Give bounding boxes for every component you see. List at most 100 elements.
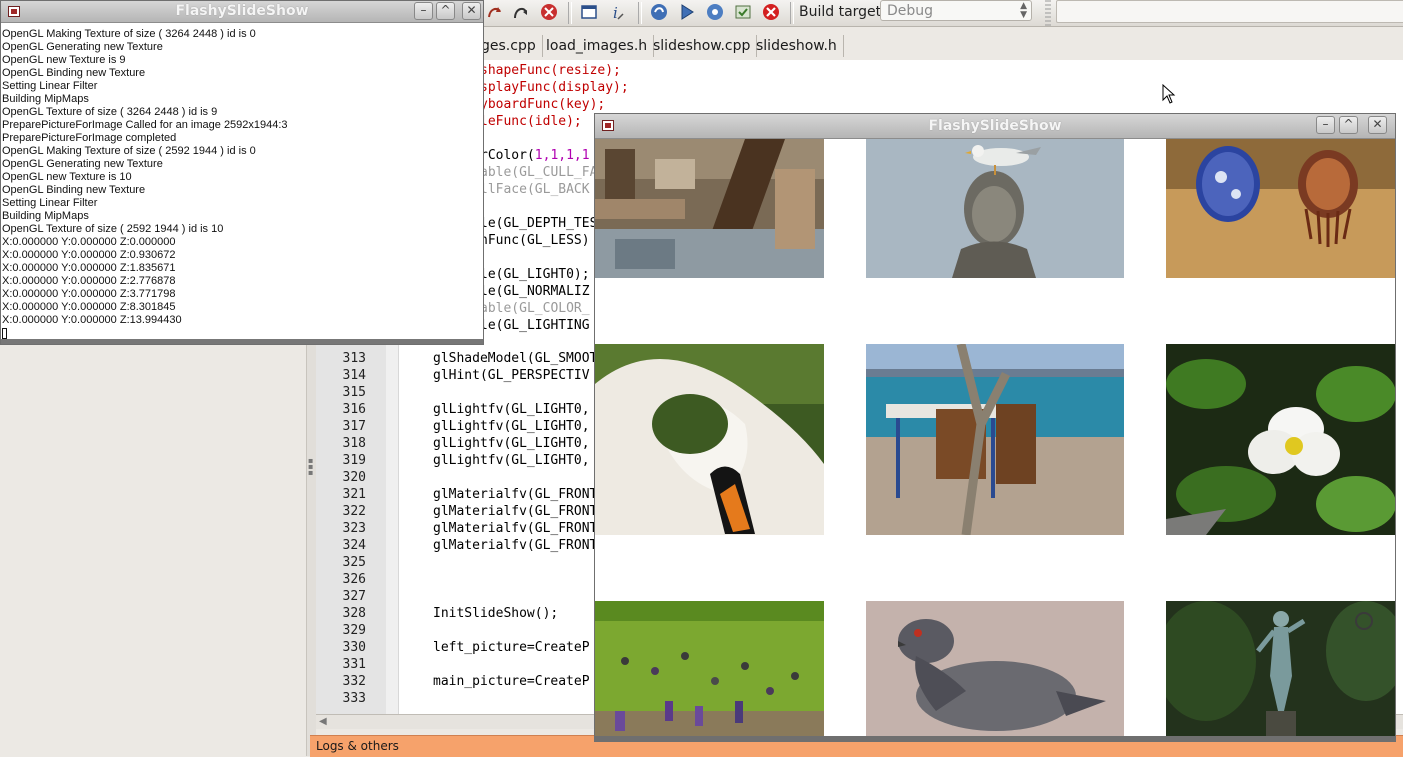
console-title: FlashySlideShow (175, 3, 309, 19)
abort-icon[interactable] (762, 3, 780, 21)
build-target-label: Build target: (799, 4, 886, 20)
line-number: 322 (342, 504, 366, 519)
line-number: 327 (342, 589, 366, 604)
tab-slideshow-h[interactable]: slideshow.h (750, 35, 844, 57)
photo-seagull-on-statue[interactable] (866, 139, 1124, 278)
tab-slideshow-cpp[interactable]: slideshow.cpp (647, 35, 758, 57)
code-line: llFace(GL_BACK (480, 182, 590, 197)
tab-load-images-h[interactable]: load_images.h (540, 35, 655, 57)
line-number: 330 (342, 640, 366, 655)
minimize-icon[interactable]: – (1316, 116, 1335, 134)
scroll-left-icon[interactable]: ◀ (319, 715, 327, 729)
console-line: OpenGL Making Texture of size ( 2592 194… (2, 145, 256, 157)
line-number: 324 (342, 538, 366, 553)
code-line: glLightfv(GL_LIGHT0, (433, 436, 590, 451)
minimize-icon[interactable]: – (414, 2, 433, 20)
slideshow-window[interactable]: FlashySlideShow – ^ ✕ (594, 113, 1396, 742)
photo-white-flower[interactable] (1166, 344, 1395, 535)
line-number: 319 (342, 453, 366, 468)
slideshow-titlebar[interactable]: FlashySlideShow – ^ ✕ (595, 114, 1395, 139)
step-icon[interactable] (512, 3, 530, 21)
line-number: 328 (342, 606, 366, 621)
console-line: OpenGL Generating new Texture (2, 158, 163, 170)
close-icon[interactable]: ✕ (1368, 116, 1387, 134)
console-window[interactable]: FlashySlideShow – ^ ✕ OpenGL Making Text… (0, 0, 484, 345)
line-number: 321 (342, 487, 366, 502)
code-line: glLightfv(GL_LIGHT0, (433, 453, 590, 468)
debug-continue-icon[interactable] (650, 3, 668, 21)
line-number: 313 (342, 351, 366, 366)
slideshow-canvas[interactable] (595, 139, 1395, 737)
console-line: OpenGL Binding new Texture (2, 67, 146, 79)
photo-cafe-balcony[interactable] (595, 139, 824, 278)
console-line: Building MipMaps (2, 93, 89, 105)
console-line: Building MipMaps (2, 210, 89, 222)
console-line: OpenGL Binding new Texture (2, 184, 146, 196)
mouse-cursor-icon (1162, 84, 1176, 104)
jump-icon[interactable] (486, 3, 504, 21)
toolbar-combo[interactable] (1056, 0, 1403, 23)
line-number: 318 (342, 436, 366, 451)
window-icon[interactable] (580, 3, 598, 21)
run-icon[interactable] (678, 3, 696, 21)
slideshow-title: FlashySlideShow (928, 118, 1062, 134)
code-line: le(GL_LIGHT0); (480, 267, 590, 282)
photo-hanging-lanterns[interactable] (1166, 139, 1395, 278)
code-line: glMaterialfv(GL_FRONT (433, 521, 598, 536)
code-line: hFunc(GL_LESS) (480, 233, 590, 248)
console-line: OpenGL new Texture is 9 (2, 54, 126, 66)
build-icon[interactable] (706, 3, 724, 21)
ide-toolbar: i Build target: Debug ▲ ▼ (484, 0, 1403, 27)
code-line: able(GL_CULL_FA (480, 165, 598, 180)
rebuild-icon[interactable] (734, 3, 752, 21)
code-line: glHint(GL_PERSPECTIV (433, 368, 590, 383)
code-line: glMaterialfv(GL_FRONT (433, 538, 598, 553)
line-number: 332 (342, 674, 366, 689)
console-line: Setting Linear Filter (2, 197, 98, 209)
close-icon[interactable]: ✕ (462, 2, 481, 20)
line-number: 325 (342, 555, 366, 570)
line-number: 314 (342, 368, 366, 383)
tab-images-cpp[interactable]: ges.cpp (475, 35, 543, 57)
photo-beach-tables[interactable] (866, 344, 1124, 535)
code-line: yboardFunc(key); (480, 97, 606, 112)
code-line: InitSlideShow(); (433, 606, 559, 621)
photo-pigeon[interactable] (866, 601, 1124, 737)
build-target-value: Debug (887, 3, 934, 19)
line-number: 329 (342, 623, 366, 638)
code-line: glLightfv(GL_LIGHT0, (433, 402, 590, 417)
code-line: le(GL_NORMALIZ (480, 284, 590, 299)
code-line: able(GL_COLOR_ (480, 301, 590, 316)
console-output: OpenGL Making Texture of size ( 3264 244… (2, 28, 481, 327)
panel-splitter[interactable]: ▪ ▪ ▪ (306, 340, 316, 756)
console-line: X:0.000000 Y:0.000000 Z:3.771798 (2, 288, 176, 300)
stop-debug-icon[interactable] (540, 3, 558, 21)
console-line: X:0.000000 Y:0.000000 Z:0.930672 (2, 249, 176, 261)
line-number: 320 (342, 470, 366, 485)
code-line: shapeFunc(resize); (480, 63, 621, 78)
toolbar-grip[interactable] (1045, 0, 1051, 26)
maximize-icon[interactable]: ^ (1339, 116, 1358, 134)
console-line: X:0.000000 Y:0.000000 Z:1.835671 (2, 262, 176, 274)
code-line: le(GL_LIGHTING (480, 318, 590, 333)
console-border (1, 339, 483, 344)
photo-garden-statue[interactable] (1166, 601, 1395, 737)
maximize-icon[interactable]: ^ (436, 2, 455, 20)
code-line: main_picture=CreateP (433, 674, 590, 689)
console-cursor (2, 328, 7, 339)
splitter-grip-icon: ▪ ▪ ▪ (308, 456, 314, 477)
console-line: PreparePictureForImage completed (2, 132, 177, 144)
photo-swan[interactable] (595, 344, 824, 535)
console-titlebar[interactable]: FlashySlideShow – ^ ✕ (1, 1, 483, 23)
line-number: 326 (342, 572, 366, 587)
code-line: glShadeModel(GL_SMOOT (433, 351, 598, 366)
line-number: 331 (342, 657, 366, 672)
code-line: le(GL_DEPTH_TES (480, 216, 598, 231)
photo-lake-with-people[interactable] (595, 601, 824, 737)
console-line: X:0.000000 Y:0.000000 Z:8.301845 (2, 301, 176, 313)
code-line: leFunc(idle); (480, 114, 582, 129)
build-target-select[interactable]: Debug ▲ ▼ (880, 0, 1032, 21)
info-icon[interactable]: i (608, 3, 626, 22)
line-number: 315 (342, 385, 366, 400)
console-line: X:0.000000 Y:0.000000 Z:2.776878 (2, 275, 176, 287)
